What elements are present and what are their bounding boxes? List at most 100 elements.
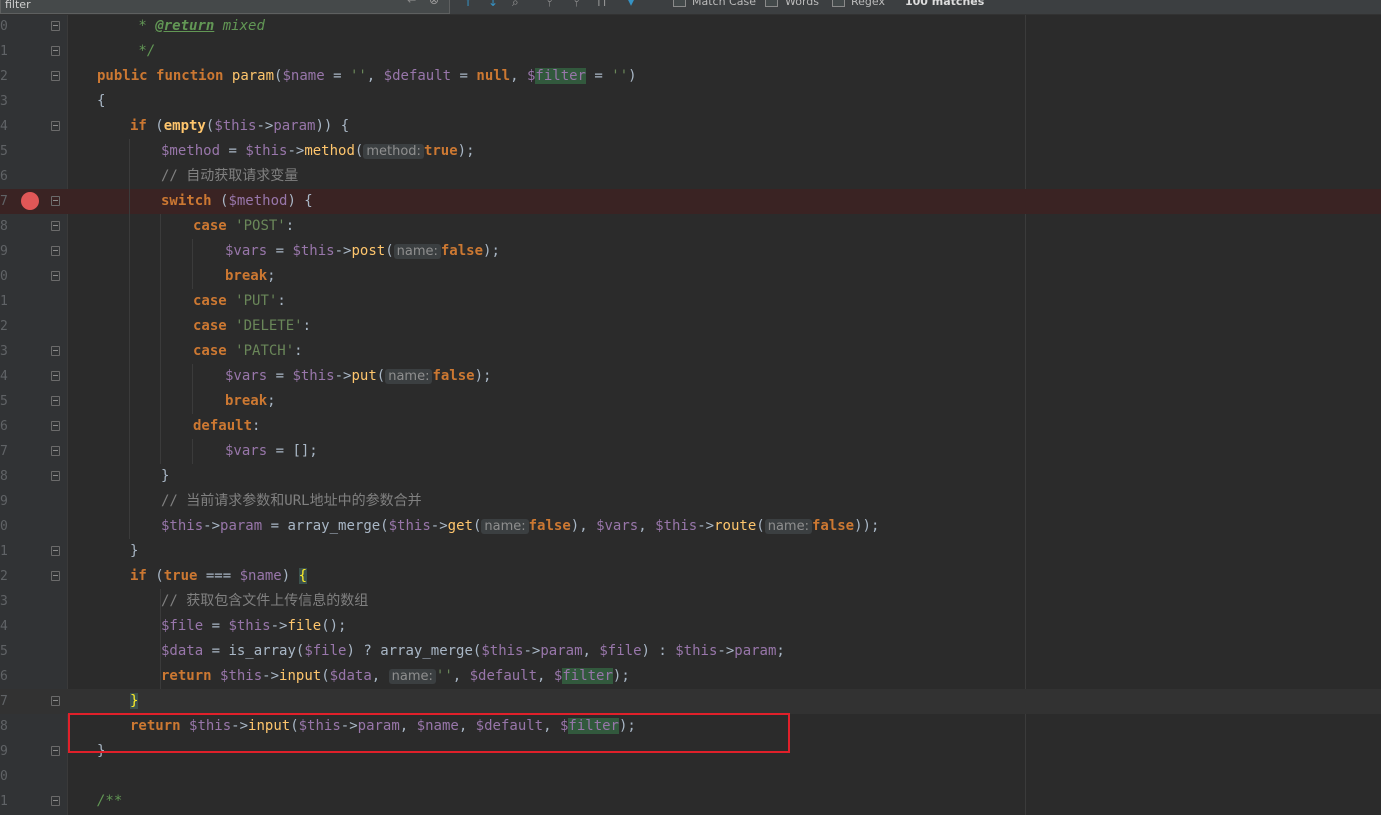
fold-marker-icon[interactable] bbox=[51, 121, 60, 131]
code-line[interactable]: 0 bbox=[0, 764, 1381, 789]
line-number[interactable]: 3 bbox=[0, 589, 12, 614]
code-line[interactable]: 1} bbox=[0, 539, 1381, 564]
line-number[interactable]: 8 bbox=[0, 464, 12, 489]
line-number[interactable]: 5 bbox=[0, 139, 12, 164]
line-number[interactable]: 4 bbox=[0, 614, 12, 639]
code-line[interactable]: 0 break; bbox=[0, 264, 1381, 289]
fold-marker-icon[interactable] bbox=[51, 396, 60, 406]
code-line[interactable]: 5 break; bbox=[0, 389, 1381, 414]
line-number[interactable]: 0 bbox=[0, 764, 12, 789]
code-line[interactable]: 1 */ bbox=[0, 39, 1381, 64]
code-line[interactable]: 6 return $this->input($data, name: '', $de… bbox=[0, 664, 1381, 689]
code-line[interactable]: 8 case 'POST': bbox=[0, 214, 1381, 239]
code-line[interactable]: 2 case 'DELETE': bbox=[0, 314, 1381, 339]
code-token: ); bbox=[612, 668, 630, 684]
line-number[interactable]: 2 bbox=[0, 64, 12, 89]
code-line[interactable]: 3{ bbox=[0, 89, 1381, 114]
code-token: $this bbox=[220, 668, 263, 684]
fold-marker-icon[interactable] bbox=[51, 696, 60, 706]
line-number[interactable]: 6 bbox=[0, 414, 12, 439]
parameter-hint: name: bbox=[764, 519, 812, 534]
line-number[interactable]: 1 bbox=[0, 539, 12, 564]
line-number[interactable]: 0 bbox=[0, 514, 12, 539]
line-number[interactable]: 8 bbox=[0, 714, 12, 739]
line-number[interactable]: 2 bbox=[0, 564, 12, 589]
line-number[interactable]: 7 bbox=[0, 189, 12, 214]
fold-marker-icon[interactable] bbox=[51, 746, 60, 756]
line-number[interactable]: 9 bbox=[0, 239, 12, 264]
fold-marker-icon[interactable] bbox=[51, 21, 60, 31]
fold-marker-icon[interactable] bbox=[51, 421, 60, 431]
fold-marker-icon[interactable] bbox=[51, 46, 60, 56]
line-number[interactable]: 2 bbox=[0, 314, 12, 339]
line-number[interactable]: 3 bbox=[0, 339, 12, 364]
match-case-checkbox[interactable] bbox=[673, 0, 686, 7]
fold-marker-icon[interactable] bbox=[51, 546, 60, 556]
line-number[interactable]: 6 bbox=[0, 164, 12, 189]
fold-marker-icon[interactable] bbox=[51, 221, 60, 231]
line-number[interactable]: 1 bbox=[0, 39, 12, 64]
code-token: , bbox=[638, 518, 656, 534]
code-line[interactable]: 0 $this->param = array_merge($this->get(n… bbox=[0, 514, 1381, 539]
code-line[interactable]: 9 $vars = $this->post(name: false); bbox=[0, 239, 1381, 264]
line-number[interactable]: 4 bbox=[0, 364, 12, 389]
breakpoint-icon[interactable] bbox=[21, 192, 39, 210]
fold-marker-icon[interactable] bbox=[51, 196, 60, 206]
fold-marker-icon[interactable] bbox=[51, 446, 60, 456]
fold-marker-icon[interactable] bbox=[51, 796, 60, 806]
line-number[interactable]: 0 bbox=[0, 14, 12, 39]
code-line[interactable]: 6 // 自动获取请求变量 bbox=[0, 164, 1381, 189]
newline-icon[interactable]: ↩ bbox=[407, 0, 417, 7]
line-number[interactable]: 1 bbox=[0, 789, 12, 814]
code-line[interactable]: 4 $vars = $this->put(name: false); bbox=[0, 364, 1381, 389]
code-line[interactable]: 3 case 'PATCH': bbox=[0, 339, 1381, 364]
next-occurrence-icon[interactable]: ↓ bbox=[488, 0, 498, 9]
line-number[interactable]: 9 bbox=[0, 739, 12, 764]
fold-marker-icon[interactable] bbox=[51, 271, 60, 281]
code-line[interactable]: 1 case 'PUT': bbox=[0, 289, 1381, 314]
code-line[interactable]: 9 // 当前请求参数和URL地址中的参数合并 bbox=[0, 489, 1381, 514]
code-line[interactable]: 7 switch ($method) { bbox=[0, 189, 1381, 214]
code-line[interactable]: 7} bbox=[0, 689, 1381, 714]
line-number[interactable]: 5 bbox=[0, 389, 12, 414]
code-line[interactable]: 5 $data = is_array($file) ? array_merge($… bbox=[0, 639, 1381, 664]
line-number[interactable]: 9 bbox=[0, 489, 12, 514]
regex-checkbox[interactable] bbox=[832, 0, 845, 7]
code-line[interactable]: 4 $file = $this->file(); bbox=[0, 614, 1381, 639]
words-checkbox[interactable] bbox=[765, 0, 778, 7]
fold-marker-icon[interactable] bbox=[51, 371, 60, 381]
fold-marker-icon[interactable] bbox=[51, 71, 60, 81]
line-number[interactable]: 4 bbox=[0, 114, 12, 139]
line-number[interactable]: 8 bbox=[0, 214, 12, 239]
code-line[interactable]: 0 * @return mixed bbox=[0, 14, 1381, 39]
code-line[interactable]: 6 default: bbox=[0, 414, 1381, 439]
code-line[interactable]: 7 $vars = []; bbox=[0, 439, 1381, 464]
select-occurrences-icon[interactable]: ⊓ bbox=[597, 0, 606, 9]
filter-icon[interactable]: ▾ bbox=[628, 0, 634, 9]
search-input[interactable]: filter ↩ ⊗ bbox=[0, 0, 450, 14]
fold-marker-icon[interactable] bbox=[51, 571, 60, 581]
code-line[interactable]: 2 if (true === $name) { bbox=[0, 564, 1381, 589]
clear-search-icon[interactable]: ⊗ bbox=[429, 0, 439, 7]
line-number[interactable]: 5 bbox=[0, 639, 12, 664]
line-number[interactable]: 3 bbox=[0, 89, 12, 114]
indent-guide bbox=[192, 364, 193, 414]
line-number[interactable]: 7 bbox=[0, 439, 12, 464]
previous-occurrence-icon[interactable]: ↑ bbox=[463, 0, 473, 9]
code-line[interactable]: 2 public function param($name = '', $defa… bbox=[0, 64, 1381, 89]
fold-marker-icon[interactable] bbox=[51, 346, 60, 356]
select-all-occurrences-icon[interactable]: ⌕ bbox=[512, 0, 519, 10]
line-number[interactable]: 0 bbox=[0, 264, 12, 289]
add-occurrence-icon[interactable]: ⫯ bbox=[547, 0, 552, 10]
fold-marker-icon[interactable] bbox=[51, 246, 60, 256]
code-line[interactable]: 8} bbox=[0, 464, 1381, 489]
line-number[interactable]: 7 bbox=[0, 689, 12, 714]
line-number[interactable]: 6 bbox=[0, 664, 12, 689]
code-line[interactable]: 5 $method = $this->method(method: true); bbox=[0, 139, 1381, 164]
code-line[interactable]: 1 /** bbox=[0, 789, 1381, 814]
fold-marker-icon[interactable] bbox=[51, 471, 60, 481]
code-line[interactable]: 4 if (empty($this->param)) { bbox=[0, 114, 1381, 139]
remove-occurrence-icon[interactable]: ⫯ bbox=[574, 0, 579, 10]
code-line[interactable]: 3 // 获取包含文件上传信息的数组 bbox=[0, 589, 1381, 614]
line-number[interactable]: 1 bbox=[0, 289, 12, 314]
